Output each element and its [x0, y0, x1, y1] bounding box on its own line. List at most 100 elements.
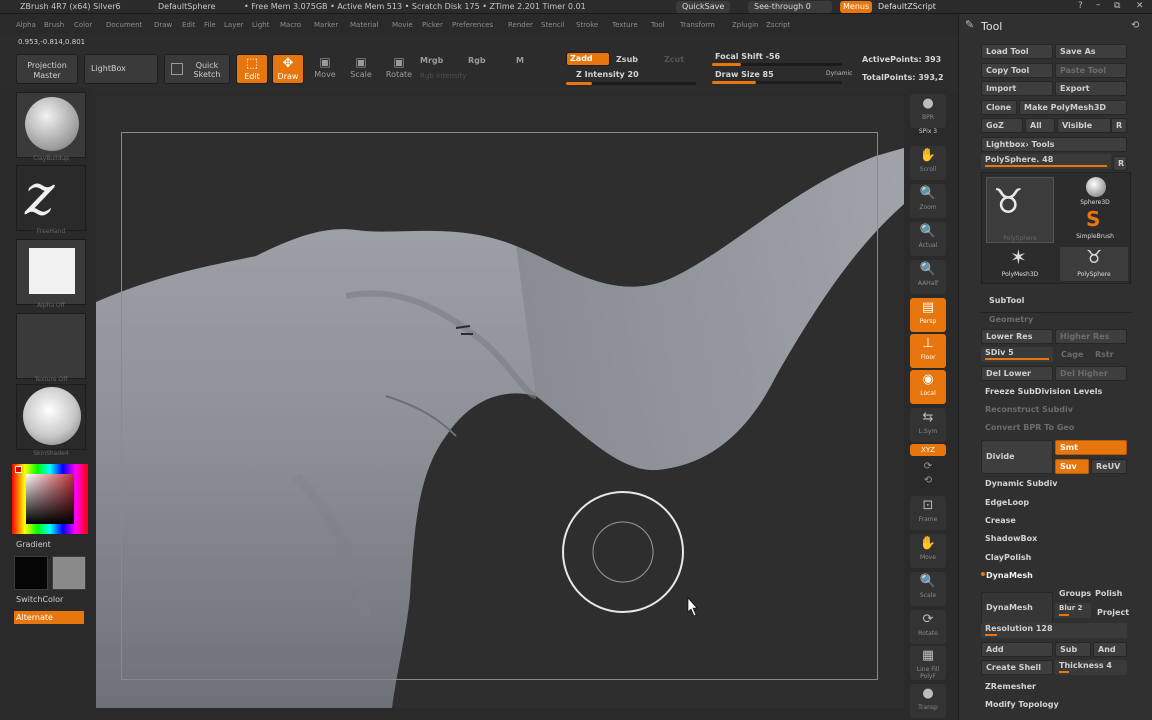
- quick-sketch-button[interactable]: Quick Sketch: [164, 54, 230, 84]
- help-icon[interactable]: ?: [1078, 1, 1083, 11]
- menu-item[interactable]: Brush: [44, 21, 64, 29]
- del-higher-button[interactable]: Del Higher: [1055, 366, 1127, 381]
- bpr-button[interactable]: ● BPR: [910, 94, 946, 128]
- frame-button[interactable]: ⊡ Frame: [910, 496, 946, 530]
- geometry-section[interactable]: Geometry: [989, 315, 1033, 324]
- dynamesh-section[interactable]: DynaMesh: [986, 571, 1033, 580]
- goz-button[interactable]: GoZ: [981, 118, 1023, 133]
- del-lower-button[interactable]: Del Lower: [981, 366, 1053, 381]
- projection-master-button[interactable]: Projection Master: [16, 54, 78, 84]
- aahalf-button[interactable]: 🔍 AAHalf: [910, 260, 946, 294]
- draw-button[interactable]: ✥ Draw: [272, 54, 304, 84]
- scroll-button[interactable]: ✋ Scroll: [910, 146, 946, 180]
- add-button[interactable]: Add: [981, 642, 1053, 657]
- minimize-icon[interactable]: –: [1096, 0, 1101, 10]
- polish-toggle[interactable]: Polish: [1095, 589, 1122, 598]
- polymesh3d-thumb[interactable]: ✶ PolyMesh3D: [986, 245, 1054, 281]
- current-tool-thumb[interactable]: ♉ PolySphere: [986, 177, 1054, 243]
- menu-item[interactable]: Material: [350, 21, 378, 29]
- stroke-thumbnail[interactable]: z: [16, 164, 86, 231]
- texture-thumbnail[interactable]: [16, 313, 86, 379]
- subtool-section[interactable]: SubTool: [989, 296, 1024, 305]
- quicksave-button[interactable]: QuickSave: [676, 1, 731, 13]
- menu-item[interactable]: Marker: [314, 21, 338, 29]
- menu-item[interactable]: Macro: [280, 21, 301, 29]
- zremesher-section[interactable]: ZRemesher: [985, 682, 1036, 691]
- sphere3d-thumb[interactable]: Sphere3D: [1062, 177, 1128, 211]
- menu-item[interactable]: Preferences: [452, 21, 493, 29]
- resolution-slider[interactable]: Resolution 128: [981, 623, 1127, 638]
- dynamesh-button[interactable]: DynaMesh: [981, 592, 1053, 624]
- visible-button[interactable]: Visible: [1057, 118, 1111, 133]
- scale-view-button[interactable]: 🔍 Scale: [910, 572, 946, 606]
- reconstruct-subdiv-button[interactable]: Reconstruct Subdiv: [985, 405, 1073, 414]
- r-small-button[interactable]: R: [1113, 156, 1127, 171]
- menu-item[interactable]: Light: [252, 21, 269, 29]
- blur-slider[interactable]: Blur 2: [1055, 603, 1091, 618]
- close-icon[interactable]: ✕: [1136, 1, 1144, 11]
- create-shell-button[interactable]: Create Shell: [981, 660, 1053, 675]
- modify-topology-section[interactable]: Modify Topology: [985, 700, 1059, 709]
- menu-item[interactable]: Layer: [224, 21, 244, 29]
- lower-res-button[interactable]: Lower Res: [981, 329, 1053, 344]
- sdiv-slider[interactable]: SDiv 5: [981, 347, 1053, 362]
- sub-button[interactable]: Sub: [1055, 642, 1091, 657]
- convert-bpr-button[interactable]: Convert BPR To Geo: [985, 423, 1074, 432]
- menu-item[interactable]: File: [204, 21, 216, 29]
- switch-color-button[interactable]: SwitchColor: [16, 595, 63, 604]
- cage-button[interactable]: Cage: [1061, 350, 1083, 359]
- transp-button[interactable]: ● Transp: [910, 684, 946, 718]
- rgb-intensity-slider[interactable]: Rgb Intensity: [420, 72, 466, 80]
- alpha-thumbnail[interactable]: [16, 239, 86, 305]
- lsym-button[interactable]: ⇆ L.Sym: [910, 408, 946, 442]
- rotate-axis-icons[interactable]: ⟳ ⟲: [910, 460, 946, 490]
- gradient-toggle[interactable]: Gradient: [16, 540, 51, 549]
- import-button[interactable]: Import: [981, 81, 1053, 96]
- menu-item[interactable]: Render: [508, 21, 533, 29]
- menu-item[interactable]: Edit: [182, 21, 196, 29]
- menu-item[interactable]: Stencil: [541, 21, 565, 29]
- restore-icon[interactable]: ⧉: [1114, 1, 1120, 11]
- m-button[interactable]: M: [516, 56, 524, 65]
- reuv-toggle[interactable]: ReUV: [1091, 459, 1127, 474]
- tool-header[interactable]: Tool: [981, 20, 1002, 33]
- move-view-button[interactable]: ✋ Move: [910, 534, 946, 568]
- dynamic-toggle[interactable]: Dynamic: [826, 70, 852, 77]
- suv-toggle[interactable]: Suv: [1055, 459, 1089, 474]
- thickness-slider[interactable]: Thickness 4: [1055, 660, 1127, 675]
- brush-thumbnail[interactable]: [16, 92, 86, 158]
- panel-refresh-icon[interactable]: ⟲: [1131, 20, 1139, 31]
- actual-button[interactable]: 🔍 Actual: [910, 222, 946, 256]
- xyz-button[interactable]: XYZ: [910, 444, 946, 456]
- smt-toggle[interactable]: Smt: [1055, 440, 1127, 455]
- menu-item[interactable]: Movie: [392, 21, 413, 29]
- menu-item[interactable]: Zscript: [766, 21, 790, 29]
- r-button[interactable]: R: [1111, 118, 1127, 133]
- menu-item[interactable]: Alpha: [16, 21, 36, 29]
- secondary-color-swatch[interactable]: [52, 556, 86, 590]
- edit-button[interactable]: ⬚ Edit: [236, 54, 268, 84]
- rotate-view-button[interactable]: ⟳ Rotate: [910, 610, 946, 644]
- spix-slider[interactable]: SPix 3: [910, 128, 946, 142]
- polysphere-thumb[interactable]: ♉ PolySphere: [1060, 247, 1128, 281]
- zoom-button[interactable]: 🔍 Zoom: [910, 184, 946, 218]
- material-thumbnail[interactable]: [16, 384, 86, 450]
- project-toggle[interactable]: Project: [1097, 608, 1129, 617]
- zadd-button[interactable]: Zadd: [566, 52, 610, 66]
- crease-section[interactable]: Crease: [985, 516, 1016, 525]
- polyf-button[interactable]: ▦ Line Fill PolyF: [910, 646, 946, 680]
- mrgb-button[interactable]: Mrgb: [420, 56, 443, 65]
- primary-color-swatch[interactable]: [14, 556, 48, 590]
- zsub-button[interactable]: Zsub: [616, 55, 638, 64]
- default-zscript[interactable]: DefaultZScript: [872, 1, 942, 13]
- clone-button[interactable]: Clone: [981, 100, 1017, 115]
- floor-button[interactable]: ⊥ Floor: [910, 334, 946, 368]
- local-button[interactable]: ◉ Local: [910, 370, 946, 404]
- dynamic-subdiv-section[interactable]: Dynamic Subdiv: [985, 479, 1057, 488]
- menu-item[interactable]: Transform: [680, 21, 715, 29]
- save-as-button[interactable]: Save As: [1055, 44, 1127, 59]
- menu-item[interactable]: Texture: [612, 21, 638, 29]
- menu-item[interactable]: Document: [106, 21, 142, 29]
- groups-toggle[interactable]: Groups: [1059, 589, 1091, 598]
- persp-button[interactable]: ▤ Persp: [910, 298, 946, 332]
